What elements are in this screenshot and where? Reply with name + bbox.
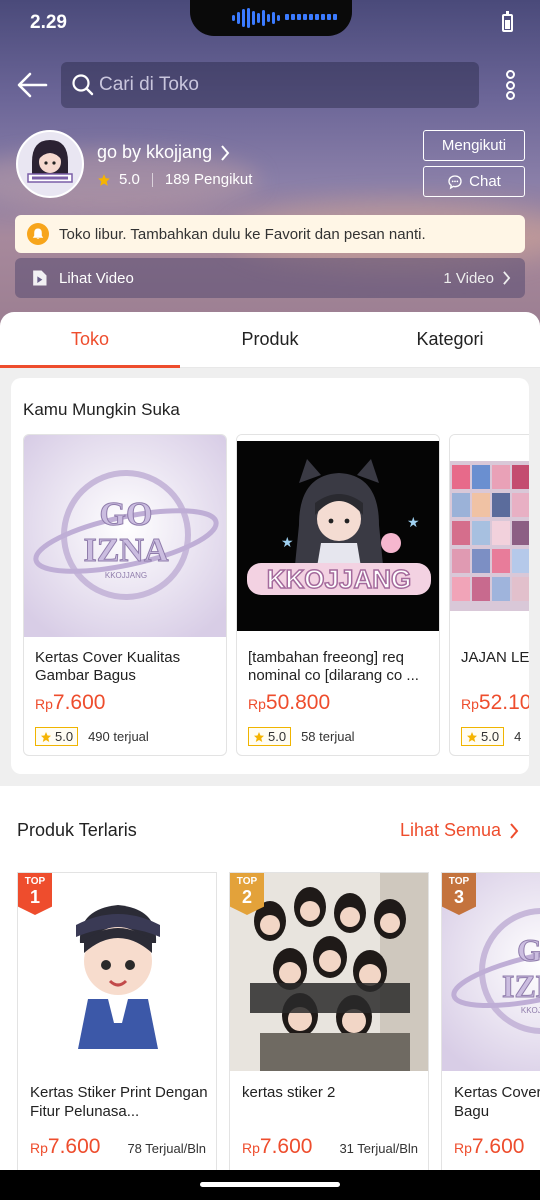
search-input[interactable]: [99, 74, 459, 96]
shop-avatar[interactable]: [16, 130, 84, 198]
shop-tabs: Toko Produk Kategori: [0, 312, 540, 368]
section-title: Produk Terlaris: [17, 820, 137, 840]
chevron-right-icon: [221, 144, 230, 161]
tab-toko[interactable]: Toko: [0, 312, 180, 368]
tab-kategori[interactable]: Kategori: [360, 312, 540, 367]
chat-bubble-icon: [448, 174, 462, 189]
rating-badge: 5.0: [35, 727, 79, 746]
svg-text:KKOJJANG: KKOJJANG: [267, 564, 411, 594]
product-name: Kertas Cover Gambar Bagu: [454, 1084, 540, 1120]
product-image: GO IZNA KKOJJANG: [24, 435, 226, 637]
rating-badge: 5.0: [461, 727, 505, 746]
video-count: 1 Video: [443, 269, 494, 287]
top-rank-badge: TOP 1: [18, 873, 52, 915]
recommendation-section: Kamu Mungkin Suka GO IZNA KKOJJANG Kerta…: [11, 378, 529, 774]
svg-text:IZNA: IZNA: [83, 532, 168, 569]
following-button-label: Mengikuti: [441, 137, 507, 154]
sold-count: 490 terjual: [88, 729, 149, 744]
star-icon: [467, 731, 477, 742]
sold-count: 58 terjual: [301, 729, 355, 744]
more-options-icon[interactable]: [496, 68, 524, 102]
product-name: Kertas Cover Kualitas Gambar Bagus: [35, 649, 181, 684]
product-price: Rp7.600: [454, 1135, 525, 1158]
system-navigation-bar: [0, 1170, 540, 1200]
back-arrow-icon[interactable]: [16, 68, 50, 102]
product-name: Kertas Stiker Print Dengan Fitur Pelunas…: [30, 1084, 208, 1120]
svg-text:IZNA: IZNA: [502, 968, 540, 1004]
watch-video-label: Lihat Video: [59, 269, 134, 287]
product-name: [tambahan freeong] req nominal co [dilar…: [248, 649, 419, 684]
monthly-sold: 31 Terjual/Bln: [339, 1141, 418, 1156]
bell-icon: [27, 223, 49, 245]
svg-text:GO: GO: [517, 932, 540, 968]
best-seller-card[interactable]: TOP 2 kertas stiker 2 Rp7.600 31 Terjual/…: [229, 872, 429, 1182]
svg-text:KKOJJANG: KKOJJANG: [105, 571, 147, 580]
product-price: Rp7.600: [35, 691, 106, 714]
svg-text:★: ★: [281, 534, 294, 550]
top-rank-badge: TOP 3: [442, 873, 476, 915]
product-name: kertas stiker 2: [242, 1084, 336, 1101]
chat-button[interactable]: Chat: [423, 166, 525, 197]
product-card[interactable]: GO IZNA KKOJJANG Kertas Cover Kualitas G…: [23, 434, 227, 756]
product-image: [450, 435, 529, 637]
shop-name-link[interactable]: go by kkojjang: [97, 142, 230, 163]
star-icon: [254, 731, 264, 742]
product-stats: 5.0 490 terjual: [35, 727, 149, 746]
svg-text:KKOJJANG: KKOJJANG: [521, 1006, 540, 1015]
product-image: KKOJJANG ★ ★: [237, 435, 439, 637]
product-price: Rp7.600: [242, 1135, 313, 1158]
tab-produk[interactable]: Produk: [180, 312, 360, 367]
shop-rating: 5.0: [119, 171, 140, 188]
status-bar: 2.29: [0, 0, 540, 48]
product-stats: 5.0 4: [461, 727, 521, 746]
star-icon: [41, 731, 51, 742]
shop-meta: 5.0 189 Pengikut: [97, 171, 252, 188]
camera-notch: [190, 0, 352, 36]
monthly-sold: 78 Terjual/Bln: [127, 1141, 206, 1156]
product-price: Rp7.600: [30, 1135, 101, 1158]
see-all-link[interactable]: Lihat Semua: [400, 820, 519, 841]
product-price: Rp52.10: [461, 691, 529, 714]
home-gesture-handle[interactable]: [200, 1182, 340, 1187]
video-play-icon: [33, 270, 47, 286]
section-title: Kamu Mungkin Suka: [23, 400, 180, 419]
notice-text: Toko libur. Tambahkan dulu ke Favorit da…: [59, 225, 426, 243]
shop-followers: 189 Pengikut: [164, 171, 253, 188]
rating-badge: 5.0: [248, 727, 292, 746]
chevron-right-icon: [503, 271, 511, 285]
shop-name: go by kkojjang: [97, 142, 213, 162]
shop-search-bar[interactable]: [61, 62, 479, 108]
product-name: JAJAN LE: [461, 649, 529, 666]
watch-video-bar[interactable]: Lihat Video 1 Video: [15, 258, 525, 298]
product-price: Rp50.800: [248, 691, 331, 714]
product-card[interactable]: KKOJJANG ★ ★ [tambahan freeong] req nomin…: [236, 434, 440, 756]
shop-holiday-notice: Toko libur. Tambahkan dulu ke Favorit da…: [15, 215, 525, 253]
svg-text:GO: GO: [100, 496, 153, 533]
chat-button-label: Chat: [469, 173, 501, 190]
product-stats: 5.0 58 terjual: [248, 727, 355, 746]
chevron-right-icon: [510, 822, 519, 839]
search-icon: [72, 74, 94, 96]
svg-text:★: ★: [407, 514, 420, 530]
battery-icon: [502, 11, 513, 32]
following-button[interactable]: Mengikuti: [423, 130, 525, 161]
top-rank-badge: TOP 2: [230, 873, 264, 915]
best-seller-section: Produk Terlaris Lihat Semua TOP 1 Kertas …: [0, 786, 540, 1186]
status-time: 2.29: [30, 12, 67, 33]
star-icon: [98, 173, 110, 186]
sold-count: 4: [514, 729, 522, 744]
see-all-label: Lihat Semua: [400, 820, 502, 840]
best-seller-card[interactable]: GO IZNA KKOJJANG TOP3 Kertas Cover Gamba…: [441, 872, 540, 1182]
best-seller-card[interactable]: TOP 1 Kertas Stiker Print Dengan Fitur Pe…: [17, 872, 217, 1182]
product-card[interactable]: JAJAN LE Rp52.10 5.0 4: [449, 434, 529, 756]
